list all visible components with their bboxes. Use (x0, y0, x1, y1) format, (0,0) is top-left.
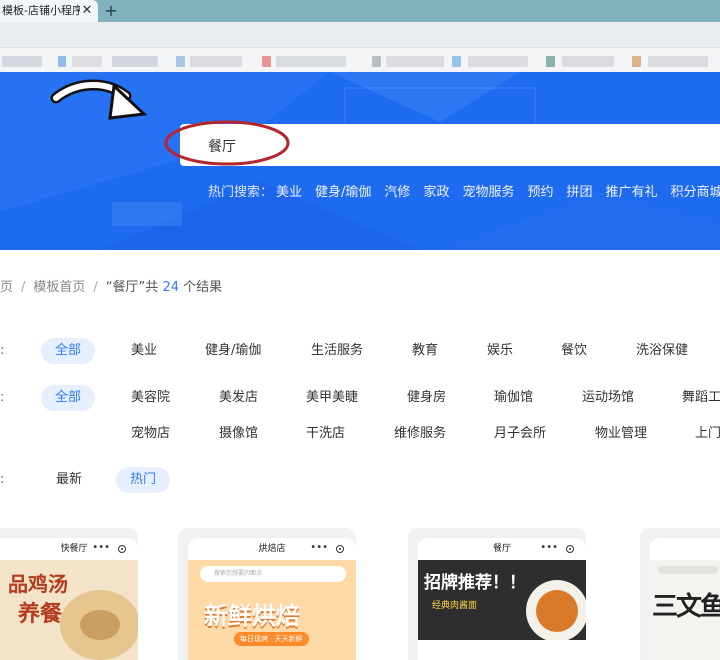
result-count: 24 (162, 280, 179, 295)
poster-headline: 招牌推荐！！ (424, 573, 526, 593)
poster-headline: 新鲜烘焙 (204, 602, 300, 630)
browser-tab-title: 模板-店铺小程序 (2, 4, 80, 17)
subcategory-chip-hair-salon[interactable]: 美发店 (219, 385, 258, 411)
sort-chip-popular[interactable]: 热门 (116, 467, 171, 493)
preview-title: 餐厅 (492, 544, 511, 554)
template-card[interactable]: 餐厅 ••• 招牌推荐！！ 经典肉酱面 (408, 528, 586, 660)
subcategory-chip-yoga[interactable]: 瑜伽馆 (494, 385, 533, 411)
close-icon[interactable]: ✕ (80, 0, 94, 22)
poster-tag: 经典肉酱面 (432, 601, 478, 611)
industry-chip-entertainment[interactable]: 娱乐 (487, 338, 513, 364)
bookmark-bar-blurred (0, 48, 720, 72)
hot-search-item-auto-repair[interactable]: 汽修 (384, 185, 410, 200)
subcategory-chip-beauty-salon[interactable]: 美容院 (131, 385, 170, 411)
plus-icon[interactable]: + (100, 0, 122, 22)
breadcrumb-home[interactable]: 页 (0, 280, 13, 295)
result-prefix: 共 (145, 280, 159, 295)
breadcrumb: 页 / 模板首页 / “餐厅”共 24 个结果 (0, 279, 222, 297)
subcategory-chip-postpartum[interactable]: 月子会所 (494, 421, 546, 447)
subcategory-chip-repair[interactable]: 维修服务 (394, 421, 446, 447)
template-preview: 烘焙店 ••• 搜索您想要的面点 新鲜烘焙 每日现烤 · 天天新鲜 (188, 538, 356, 660)
breadcrumb-template-home[interactable]: 模板首页 (33, 280, 85, 295)
filter-label: : (0, 472, 5, 487)
hero-banner: 热门搜索：美业健身/瑜伽汽修家政宠物服务预约拼团推广有礼积分商城 (0, 72, 720, 250)
template-preview: 餐厅 ••• 招牌推荐！！ 经典肉酱面 (418, 538, 586, 660)
preview-title: 烘焙店 (258, 544, 286, 554)
template-card[interactable]: 三文鱼 (640, 528, 720, 660)
hot-search-item-referral[interactable]: 推广有礼 (606, 185, 658, 200)
subcategory-chip-sports-venue[interactable]: 运动场馆 (582, 385, 634, 411)
industry-chip-all[interactable]: 全部 (41, 338, 96, 364)
subcategory-chip-dry-cleaner[interactable]: 干洗店 (306, 421, 345, 447)
hot-search-bar: 热门搜索： 美业 健身/瑜伽 汽修 家政 宠物服务 预约 拼团 推广有礼 积分商城 (208, 184, 720, 202)
poster-tag: 每日现烤 · 天天新鲜 (234, 632, 309, 646)
browser-tab[interactable]: 模板-店铺小程序 ✕ (0, 0, 98, 22)
hot-search-item-pet-service[interactable]: 宠物服务 (462, 185, 514, 200)
template-card[interactable]: 烘焙店 ••• 搜索您想要的面点 新鲜烘焙 每日现烤 · 天天新鲜 (178, 528, 356, 660)
poster-subline: 养餐 (18, 602, 63, 627)
browser-tab-bar: 模板-店铺小程序 ✕ + (0, 0, 720, 22)
industry-chip-education[interactable]: 教育 (412, 338, 438, 364)
template-preview: 快餐厅 ••• 品鸡汤 养餐 (0, 538, 138, 660)
capsule-dot-icon (336, 545, 344, 553)
preview-search-input: 搜索您想要的面点 (200, 566, 346, 582)
industry-chip-life-service[interactable]: 生活服务 (311, 338, 363, 364)
subcategory-chip-photo-studio[interactable]: 摄像馆 (219, 421, 258, 447)
capsule-dot-icon (118, 545, 126, 553)
subcategory-chip-home-service[interactable]: 上门 (695, 421, 720, 447)
more-icon: ••• (92, 542, 110, 553)
breadcrumb-separator: / (93, 280, 98, 295)
subcategory-chip-dance[interactable]: 舞蹈工 (682, 385, 720, 411)
preview-poster: 招牌推荐！！ 经典肉酱面 (418, 560, 586, 660)
industry-chip-catering[interactable]: 餐饮 (561, 338, 587, 364)
filter-label: : (0, 343, 5, 358)
subcategory-chip-property[interactable]: 物业管理 (595, 421, 647, 447)
template-preview: 三文鱼 (650, 538, 720, 660)
hot-search-item-beauty[interactable]: 美业 (276, 185, 302, 200)
hot-search-label: 热门搜索： (208, 185, 274, 200)
sort-filter-row: : 最新 热门 (0, 467, 720, 493)
preview-poster: 三文鱼 (650, 560, 720, 660)
hot-search-item-points-mall[interactable]: 积分商城 (671, 185, 720, 200)
browser-toolbar (0, 22, 720, 48)
hot-search-item-booking[interactable]: 预约 (527, 185, 553, 200)
result-suffix: 个结果 (183, 280, 223, 295)
hot-search-item-fitness[interactable]: 健身/瑜伽 (315, 185, 371, 200)
arrow-annotation-icon (50, 79, 148, 120)
hot-search-item-group-buy[interactable]: 拼团 (566, 185, 592, 200)
poster-headline: 品鸡汤 (8, 572, 68, 596)
sort-chip-newest[interactable]: 最新 (56, 467, 82, 493)
preview-poster: 品鸡汤 养餐 (0, 560, 138, 660)
template-card[interactable]: 快餐厅 ••• 品鸡汤 养餐 (0, 528, 138, 660)
more-icon: ••• (310, 542, 328, 553)
breadcrumb-separator: / (21, 280, 26, 295)
template-card-list: 快餐厅 ••• 品鸡汤 养餐 烘焙店 ••• 搜索您想要的面点 新鲜烘焙 每日现… (0, 528, 720, 660)
industry-chip-fitness[interactable]: 健身/瑜伽 (205, 338, 261, 364)
subcategory-chip-gym[interactable]: 健身房 (407, 385, 446, 411)
industry-chip-beauty[interactable]: 美业 (131, 338, 157, 364)
annotation-circle (164, 120, 290, 166)
filter-label: : (0, 390, 5, 405)
subcategory-filter-row-2: 宠物店 摄像馆 干洗店 维修服务 月子会所 物业管理 上门 (0, 421, 720, 447)
subcategory-filter-row: : 全部 美容院 美发店 美甲美睫 健身房 瑜伽馆 运动场馆 舞蹈工 (0, 385, 720, 411)
subcategory-chip-pet-store[interactable]: 宠物店 (131, 421, 170, 447)
poster-headline: 三文鱼 (652, 592, 720, 622)
subcategory-chip-all[interactable]: 全部 (41, 385, 96, 411)
preview-poster: 搜索您想要的面点 新鲜烘焙 每日现烤 · 天天新鲜 (188, 560, 356, 660)
more-icon: ••• (540, 542, 558, 553)
capsule-dot-icon (566, 545, 574, 553)
hot-search-item-housekeeping[interactable]: 家政 (423, 185, 449, 200)
industry-chip-bath-health[interactable]: 洗浴保健 (636, 338, 688, 364)
subcategory-chip-nails[interactable]: 美甲美睫 (306, 385, 358, 411)
breadcrumb-query: “餐厅” (105, 280, 146, 295)
industry-filter-row: : 全部 美业 健身/瑜伽 生活服务 教育 娱乐 餐饮 洗浴保健 (0, 338, 720, 364)
preview-title (650, 538, 720, 560)
